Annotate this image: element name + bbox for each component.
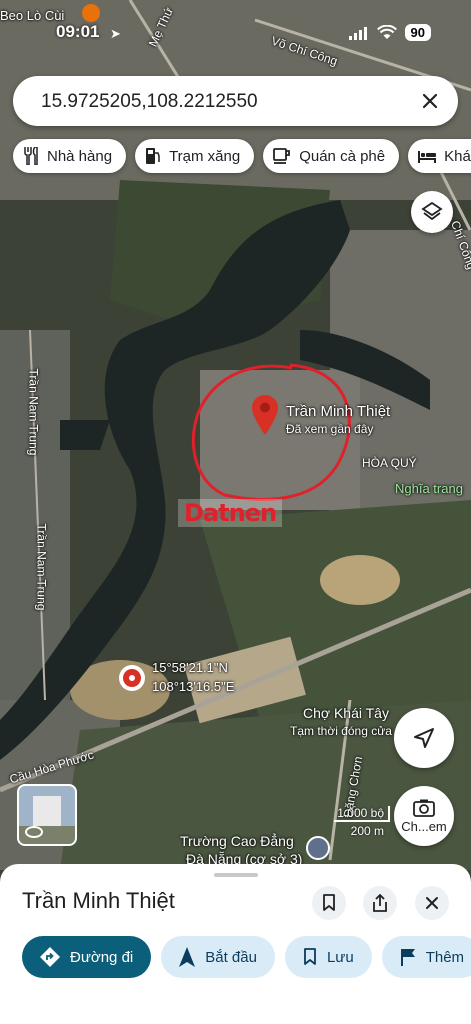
- close-sheet-button[interactable]: [415, 886, 449, 920]
- directions-label: Đường đi: [70, 948, 134, 966]
- watermark-logo: Datnen: [178, 499, 283, 527]
- coffee-icon: [273, 148, 291, 164]
- restaurant-icon: [24, 147, 38, 165]
- add-label: Thêm: [425, 948, 465, 966]
- bed-icon: [418, 151, 437, 163]
- pin-place-name: Trần Minh Thiệt: [286, 403, 391, 420]
- layers-icon: [421, 201, 443, 221]
- bookmark-icon: [304, 948, 316, 965]
- start-label: Bắt đầu: [205, 948, 257, 966]
- chip-restaurants[interactable]: Nhà hàng: [13, 139, 127, 173]
- add-button[interactable]: Thêm: [381, 936, 471, 978]
- save-button[interactable]: Lưu: [284, 936, 372, 978]
- save-label: Lưu: [326, 948, 354, 966]
- search-bar[interactable]: [13, 76, 458, 126]
- camera-icon: [413, 799, 435, 817]
- status-bar: 09:01 ➤ 90: [0, 18, 471, 48]
- flag-icon: [400, 949, 415, 966]
- share-button[interactable]: [363, 886, 397, 920]
- map-scale: 1.000 bộ 200 m: [334, 806, 390, 838]
- scale-feet: 1.000 bộ: [334, 806, 390, 822]
- school-marker-icon[interactable]: [306, 836, 330, 860]
- save-bookmark-button[interactable]: [312, 886, 346, 920]
- search-input[interactable]: [39, 86, 403, 118]
- chip-label: Nhà hàng: [47, 147, 113, 165]
- coordinate-pin[interactable]: [119, 665, 145, 691]
- directions-button[interactable]: Đường đi: [22, 936, 152, 978]
- gas-station-icon: [146, 148, 160, 164]
- chip-label: Trạm xăng: [169, 147, 241, 165]
- street-view-label: Ch...em: [401, 818, 447, 834]
- chip-coffee[interactable]: Quán cà phê: [263, 139, 400, 173]
- navigation-arrow-icon: [414, 728, 434, 748]
- map-label-nghia-trang: Nghĩa trang: [395, 481, 463, 496]
- street-view-360-icon: [25, 826, 43, 838]
- battery-indicator: 90: [404, 24, 431, 41]
- chip-label: Quán cà phê: [299, 147, 386, 165]
- map-label-tam-thoi-dong-cua: Tạm thời đóng cửa: [290, 724, 392, 738]
- map-label-tran-nam-trung-2: Trần Nam Trung: [34, 523, 49, 611]
- start-navigation-button[interactable]: Bắt đầu: [161, 936, 275, 978]
- navigation-icon: [179, 947, 196, 967]
- map-label-cho-khai-tay[interactable]: Chợ Khái Tây: [303, 705, 389, 721]
- wifi-icon: [376, 25, 397, 39]
- chip-label: Khác: [444, 147, 471, 165]
- action-buttons: Đường đi Bắt đầu Lưu Thêm: [22, 936, 471, 978]
- clear-search-button[interactable]: [416, 87, 444, 115]
- close-icon: [422, 93, 438, 109]
- chip-hotels[interactable]: Khác: [408, 139, 471, 173]
- layers-button[interactable]: [411, 191, 453, 233]
- place-bottom-sheet: Trần Minh Thiệt Đường đi Bắt đầu Lưu Thê…: [0, 864, 471, 1024]
- location-arrow-icon: ➤: [110, 26, 121, 41]
- status-time: 09:01: [56, 22, 100, 41]
- scale-meters: 200 m: [350, 824, 384, 838]
- street-view-thumbnail[interactable]: [17, 784, 77, 846]
- map-label-hoa-quy: HÒA QUÝ: [362, 456, 417, 470]
- close-icon: [426, 897, 438, 909]
- coordinate-latitude: 15°58'21.1"N: [152, 660, 228, 675]
- pin-subtitle: Đã xem gần đây: [286, 422, 374, 436]
- place-pin[interactable]: [252, 395, 278, 440]
- chip-gas-stations[interactable]: Trạm xăng: [135, 139, 255, 173]
- street-view-button[interactable]: Ch...em: [394, 786, 454, 846]
- place-title: Trần Minh Thiệt: [22, 888, 175, 913]
- red-pin-icon: [252, 395, 278, 435]
- watermark-text: Datnen: [184, 499, 277, 527]
- map-label-truong-cao-dang[interactable]: Trường Cao Đẳng: [180, 833, 294, 849]
- coordinate-pin-icon: [123, 669, 141, 687]
- recenter-button[interactable]: [394, 708, 454, 768]
- category-chips: Nhà hàng Trạm xăng Quán cà phê Khác: [13, 139, 471, 173]
- coordinate-longitude: 108°13'16.5"E: [152, 679, 235, 694]
- directions-icon: [40, 947, 60, 967]
- share-icon: [373, 894, 387, 912]
- map-label-tran-nam-trung-1: Trần Nam Trung: [26, 368, 41, 456]
- bookmark-outline-icon: [323, 894, 335, 911]
- signal-icon: [348, 26, 367, 40]
- drag-handle[interactable]: [214, 873, 258, 877]
